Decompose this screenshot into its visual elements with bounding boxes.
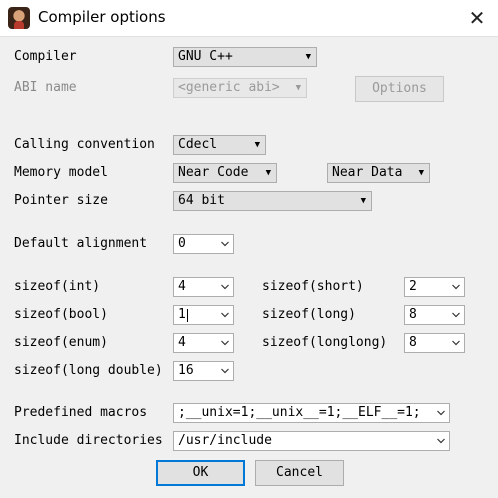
sizeof-long-double-select[interactable]: 16	[173, 361, 234, 381]
include-directories-label: Include directories	[14, 433, 163, 448]
sizeof-short-value: 2	[409, 279, 417, 294]
sizeof-int-label: sizeof(int)	[14, 279, 101, 294]
chevron-down-icon: ▼	[360, 196, 366, 206]
default-alignment-value: 0	[178, 236, 186, 251]
app-avatar-icon	[8, 7, 30, 29]
sizeof-long-double-label: sizeof(long double)	[14, 363, 163, 378]
memory-model-data-value: Near Data	[332, 165, 403, 180]
calling-convention-value: Cdecl	[178, 137, 218, 152]
compiler-value: GNU C++	[178, 49, 233, 64]
include-directories-value: /usr/include	[178, 433, 272, 448]
text-caret	[187, 309, 188, 322]
sizeof-short-select[interactable]: 2	[404, 277, 465, 297]
chevron-down-icon: ▼	[295, 83, 301, 93]
abi-options-button[interactable]: Options	[355, 76, 444, 102]
sizeof-longlong-value: 8	[409, 335, 417, 350]
predefined-macros-value: ;__unix=1;__unix__=1;__ELF__=1;	[178, 405, 421, 420]
chevron-down-icon	[452, 312, 460, 318]
chevron-down-icon	[221, 368, 229, 374]
sizeof-enum-select[interactable]: 4	[173, 333, 234, 353]
sizeof-longlong-label: sizeof(longlong)	[262, 335, 388, 350]
title-bar: Compiler options ✕	[0, 0, 498, 37]
sizeof-long-label: sizeof(long)	[262, 307, 356, 322]
chevron-down-icon	[437, 410, 445, 416]
sizeof-bool-label: sizeof(bool)	[14, 307, 108, 322]
memory-model-label: Memory model	[14, 165, 108, 180]
sizeof-short-label: sizeof(short)	[262, 279, 364, 294]
ok-button[interactable]: OK	[156, 460, 245, 486]
chevron-down-icon: ▼	[265, 168, 271, 178]
sizeof-bool-value: 1	[178, 307, 186, 322]
compiler-label: Compiler	[14, 49, 77, 64]
calling-convention-label: Calling convention	[14, 137, 155, 152]
chevron-down-icon	[221, 340, 229, 346]
sizeof-enum-value: 4	[178, 335, 186, 350]
sizeof-long-double-value: 16	[178, 363, 194, 378]
chevron-down-icon	[452, 340, 460, 346]
compiler-select[interactable]: GNU C++ ▼	[173, 47, 317, 67]
chevron-down-icon	[221, 312, 229, 318]
chevron-down-icon	[221, 241, 229, 247]
default-alignment-label: Default alignment	[14, 236, 148, 251]
calling-convention-select[interactable]: Cdecl ▼	[173, 135, 266, 155]
abi-name-label: ABI name	[14, 80, 77, 95]
pointer-size-value: 64 bit	[178, 193, 225, 208]
abi-name-value: <generic abi>	[178, 80, 280, 95]
sizeof-int-select[interactable]: 4	[173, 277, 234, 297]
pointer-size-select[interactable]: 64 bit ▼	[173, 191, 372, 211]
window-title: Compiler options	[38, 8, 166, 26]
close-icon[interactable]: ✕	[462, 4, 492, 32]
predefined-macros-input[interactable]: ;__unix=1;__unix__=1;__ELF__=1;	[173, 403, 450, 423]
chevron-down-icon: ▼	[305, 52, 311, 62]
sizeof-longlong-select[interactable]: 8	[404, 333, 465, 353]
predefined-macros-label: Predefined macros	[14, 405, 148, 420]
chevron-down-icon: ▼	[418, 168, 424, 178]
sizeof-long-value: 8	[409, 307, 417, 322]
chevron-down-icon	[437, 438, 445, 444]
chevron-down-icon: ▼	[254, 140, 260, 150]
sizeof-long-select[interactable]: 8	[404, 305, 465, 325]
cancel-button[interactable]: Cancel	[255, 460, 344, 486]
sizeof-enum-label: sizeof(enum)	[14, 335, 108, 350]
default-alignment-select[interactable]: 0	[173, 234, 234, 254]
sizeof-bool-select[interactable]: 1	[173, 305, 234, 325]
sizeof-int-value: 4	[178, 279, 186, 294]
chevron-down-icon	[221, 284, 229, 290]
abi-name-select[interactable]: <generic abi> ▼	[173, 78, 307, 98]
memory-model-data-select[interactable]: Near Data ▼	[327, 163, 430, 183]
memory-model-code-value: Near Code	[178, 165, 249, 180]
memory-model-code-select[interactable]: Near Code ▼	[173, 163, 277, 183]
pointer-size-label: Pointer size	[14, 193, 108, 208]
include-directories-input[interactable]: /usr/include	[173, 431, 450, 451]
chevron-down-icon	[452, 284, 460, 290]
